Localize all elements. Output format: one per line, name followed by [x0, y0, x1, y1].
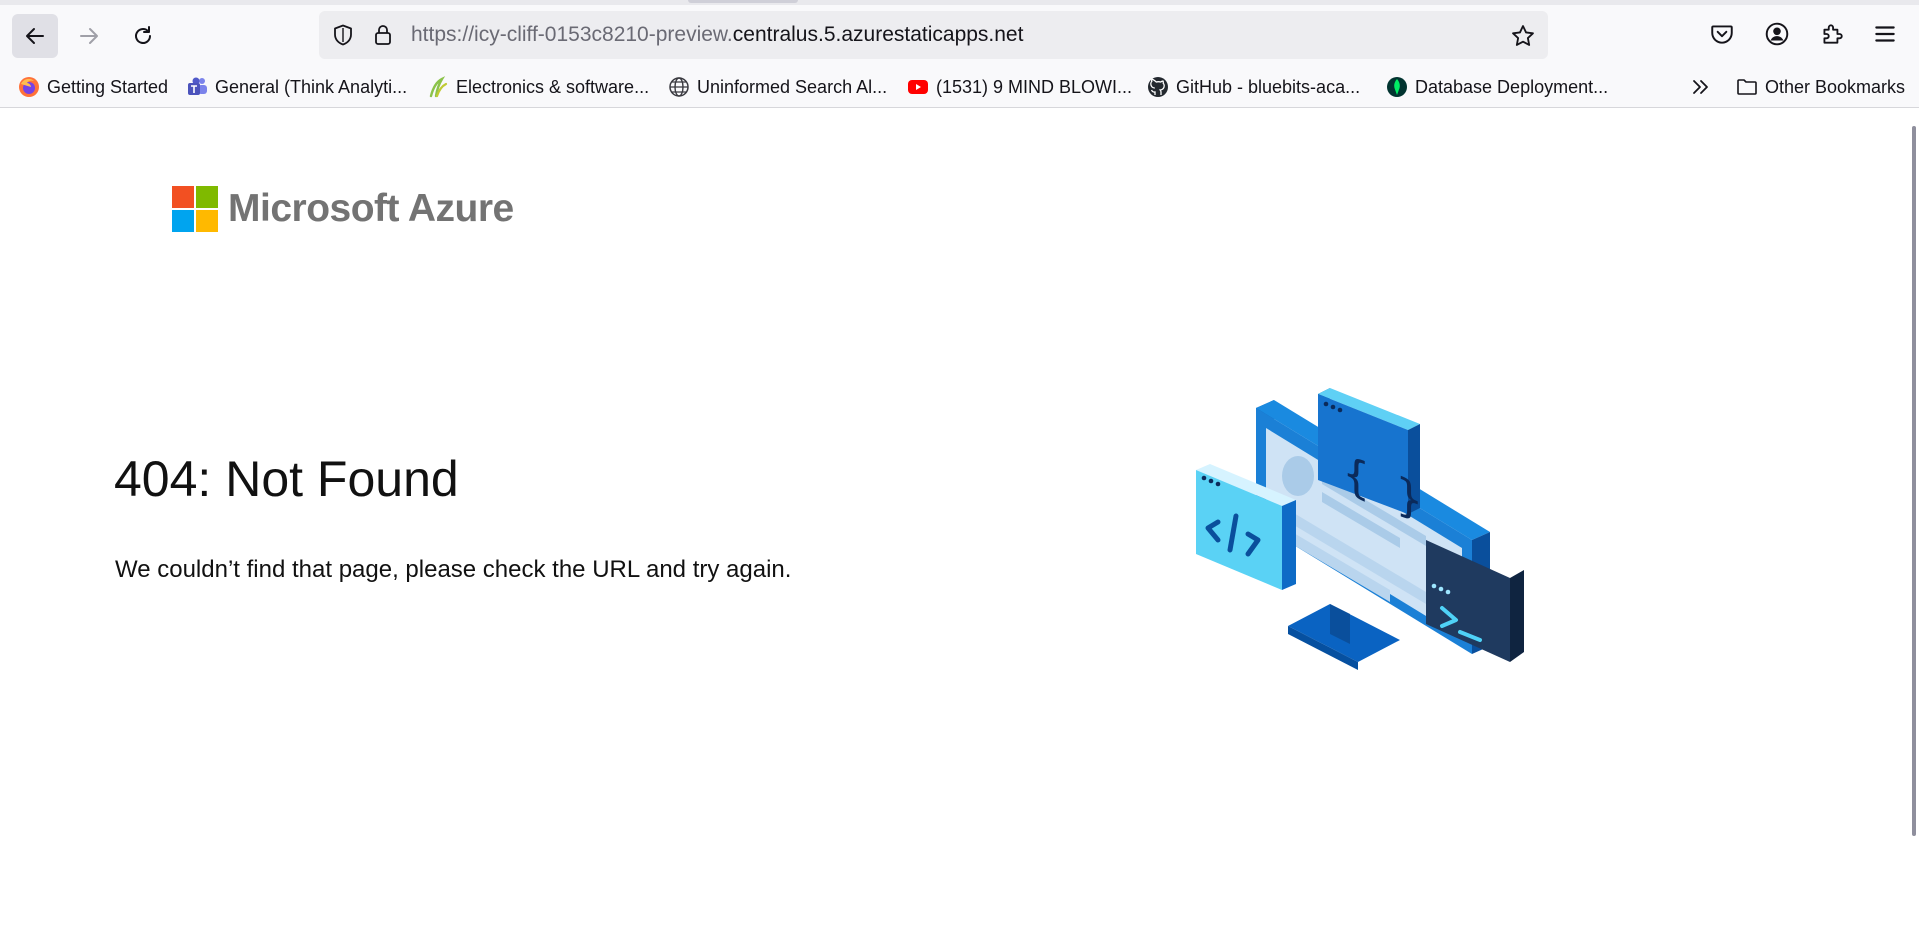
mongodb-icon — [1386, 76, 1408, 98]
reload-button[interactable] — [120, 14, 166, 58]
forward-button[interactable] — [66, 14, 112, 58]
microsoft-logo-icon — [172, 186, 218, 232]
ms-logo-green-square — [196, 186, 218, 208]
bookmarks-toolbar: Getting Started General (Think Analyti..… — [0, 70, 1919, 104]
bookmark-item[interactable]: GitHub - bluebits-aca... — [1147, 74, 1360, 100]
error-title: 404: Not Found — [114, 451, 459, 507]
firefox-icon — [18, 76, 40, 98]
browser-chrome: https://icy-cliff-0153c8210-preview.cent… — [0, 0, 1919, 108]
bookmark-star-icon[interactable] — [1510, 23, 1536, 49]
bookmark-label: General (Think Analyti... — [215, 76, 408, 97]
other-bookmarks-folder[interactable]: Other Bookmarks — [1736, 74, 1905, 100]
bookmark-label: Electronics & software... — [456, 76, 650, 97]
account-icon — [1765, 22, 1789, 46]
bookmarks-overflow-button[interactable] — [1690, 74, 1719, 100]
shield-icon[interactable] — [331, 23, 355, 47]
bookmark-label: Uninformed Search Al... — [697, 76, 888, 97]
bookmark-item[interactable]: Uninformed Search Al... — [668, 74, 887, 100]
youtube-icon — [907, 76, 929, 98]
arrow-right-icon — [80, 28, 98, 44]
hamburger-menu-icon — [1875, 26, 1895, 42]
bookmark-item[interactable]: Database Deployment... — [1386, 74, 1608, 100]
url-domain: centralus.5.azurestaticapps.net — [732, 23, 1024, 46]
app-menu-button[interactable] — [1871, 20, 1899, 48]
puzzle-icon — [1823, 24, 1843, 44]
account-button[interactable] — [1763, 20, 1791, 48]
bookmark-item[interactable]: General (Think Analyti... — [186, 74, 407, 100]
url-text[interactable]: https://icy-cliff-0153c8210-preview.cent… — [411, 23, 1023, 47]
leaf-icon — [427, 76, 449, 98]
ms-logo-blue-square — [172, 210, 194, 232]
tab-strip — [0, 0, 1919, 5]
back-button[interactable] — [12, 14, 58, 58]
pocket-icon — [1711, 25, 1733, 44]
extensions-button[interactable] — [1818, 20, 1846, 48]
arrow-left-icon — [26, 28, 44, 44]
microsoft-azure-logo: Microsoft Azure — [172, 186, 514, 232]
bookmark-item[interactable]: (1531) 9 MIND BLOWI... — [907, 74, 1132, 100]
bookmark-item[interactable]: Getting Started — [18, 74, 168, 100]
vertical-scrollbar[interactable] — [1912, 126, 1916, 836]
bookmark-label: Database Deployment... — [1415, 76, 1609, 97]
monitor-stand — [1288, 604, 1400, 670]
github-icon — [1147, 76, 1169, 98]
teams-icon — [186, 76, 208, 98]
page-content: Microsoft Azure 404: Not Found We couldn… — [0, 108, 1908, 946]
lock-icon[interactable] — [371, 23, 395, 47]
bookmark-label: (1531) 9 MIND BLOWI... — [936, 76, 1133, 97]
bookmark-label: Getting Started — [47, 76, 169, 97]
active-tab-indicator — [688, 0, 798, 3]
reload-icon — [135, 26, 151, 44]
logo-text: Microsoft Azure — [228, 187, 514, 230]
other-bookmarks-label: Other Bookmarks — [1765, 76, 1906, 97]
pocket-button[interactable] — [1708, 20, 1736, 48]
error-message: We couldn’t find that page, please check… — [115, 556, 792, 583]
folder-icon — [1736, 76, 1758, 98]
url-scheme-subdomain: https://icy-cliff-0153c8210-preview. — [411, 23, 733, 46]
ms-logo-yellow-square — [196, 210, 218, 232]
computer-illustration: { } — [1196, 388, 1524, 670]
ms-logo-red-square — [172, 186, 194, 208]
double-chevron-right-icon — [1690, 76, 1712, 98]
globe-icon — [668, 76, 690, 98]
address-bar[interactable]: https://icy-cliff-0153c8210-preview.cent… — [319, 11, 1548, 59]
bookmark-label: GitHub - bluebits-aca... — [1176, 76, 1361, 97]
bookmark-item[interactable]: Electronics & software... — [427, 74, 649, 100]
